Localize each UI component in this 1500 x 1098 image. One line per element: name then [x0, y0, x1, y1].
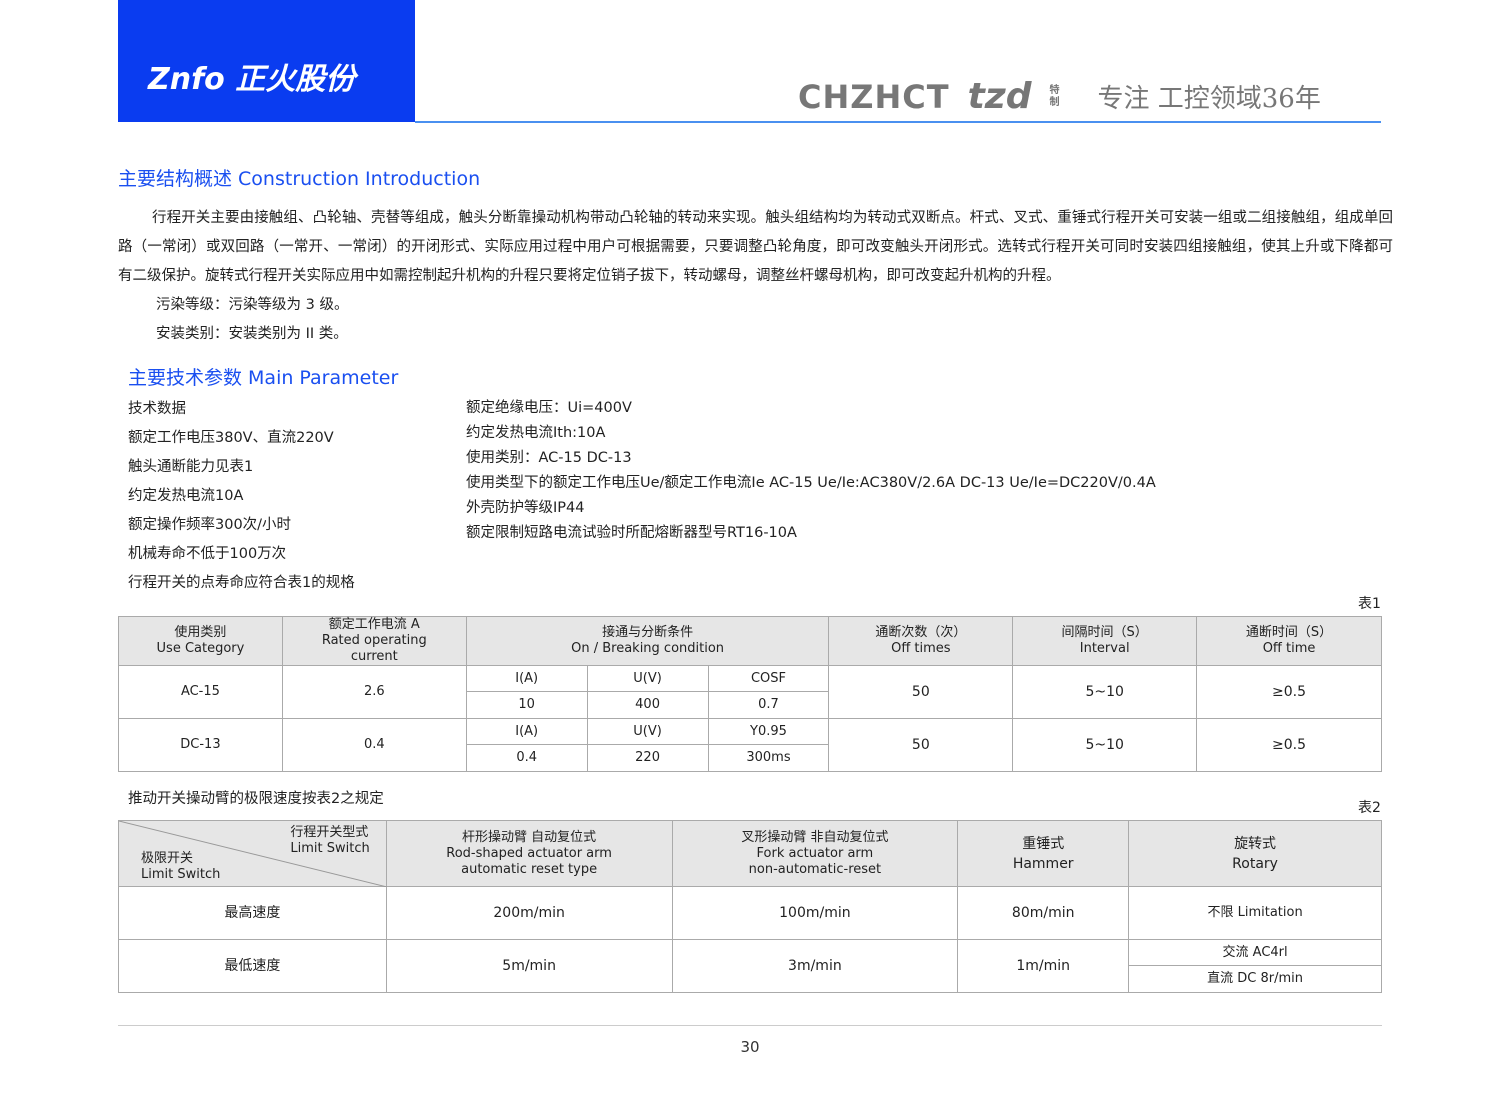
table2-intro: 推动开关操动臂的极限速度按表2之规定: [128, 791, 384, 807]
header-cell: 额定工作电流 A Rated operating current: [281, 616, 467, 666]
header-cell: 重锤式 Hammer: [957, 820, 1130, 887]
page-number: 30: [740, 1038, 760, 1056]
header-cell: 旋转式 Rotary: [1128, 820, 1382, 887]
param-list-left: 技术数据 额定工作电压380V、直流220V 触头通断能力见表1 约定发热电流1…: [128, 395, 355, 598]
cell: 80m/min: [957, 886, 1130, 940]
header-cell: 通断时间（S） Off time: [1196, 616, 1382, 666]
cell: 200m/min: [385, 886, 673, 940]
table2: 行程开关型式 Limit Switch 极限开关 Limit Switch 杆形…: [118, 820, 1382, 993]
cell: 100m/min: [671, 886, 959, 940]
footer-divider: [118, 1025, 1382, 1026]
param-item: 额定操作频率300次/小时: [128, 517, 292, 533]
param-item: 额定限制短路电流试验时所配熔断器型号RT16-10A: [466, 525, 797, 541]
cell: AC-15: [118, 665, 283, 719]
cell: 0.4: [465, 744, 588, 772]
brand-tzd-logo: tzd: [967, 76, 1032, 117]
cell: 最低速度: [118, 939, 387, 993]
table-row: DC-13 0.4 I(A) U(V) Y0.95 50 5~10 ≥0.5: [118, 718, 1382, 772]
cell: 10: [465, 691, 588, 719]
cell: ≥0.5: [1196, 718, 1382, 772]
table1: 使用类别 Use Category 额定工作电流 A Rated operati…: [118, 616, 1382, 772]
param-item: 行程开关的点寿命应符合表1的规格: [128, 575, 355, 591]
cell: ≥0.5: [1196, 665, 1382, 719]
brand-bar: CHZHCT tzd 特制 专注 工控领域36年: [798, 76, 1321, 117]
cell: 2.6: [281, 665, 467, 719]
param-item: 约定发热电流Ith:10A: [466, 425, 606, 441]
cell: 300ms: [707, 744, 830, 772]
company-logo: Znfo 正火股份: [118, 0, 415, 122]
header-divider: [415, 121, 1381, 123]
cell: Y0.95: [707, 718, 830, 745]
param-item: 约定发热电流10A: [128, 488, 244, 504]
param-item: 机械寿命不低于100万次: [128, 546, 287, 562]
table-row: AC-15 2.6 I(A) U(V) COSF 50 5~10 ≥0.5: [118, 665, 1382, 719]
cell: 最高速度: [118, 886, 387, 940]
param-list-right: 额定绝缘电压：Ui=400V 约定发热电流Ith:10A 使用类别：AC-15 …: [466, 396, 1156, 546]
cell: 3m/min: [671, 939, 959, 993]
section-title-parameter: 主要技术参数 Main Parameter: [128, 367, 399, 389]
table2-caption: 表2: [1358, 800, 1381, 816]
pollution-level: 污染等级：污染等级为 3 级。: [156, 297, 349, 313]
section-title-construction: 主要结构概述 Construction Introduction: [118, 168, 481, 190]
param-item: 使用类型下的额定工作电压Ue/额定工作电流Ie AC-15 Ue/Ie:AC38…: [466, 475, 1156, 491]
table1-caption: 表1: [1358, 596, 1381, 612]
header-cell: 间隔时间（S） Interval: [1012, 616, 1198, 666]
param-item: 触头通断能力见表1: [128, 459, 254, 475]
corner-header-cell: 行程开关型式 Limit Switch 极限开关 Limit Switch: [118, 820, 387, 887]
cell: 不限 Limitation: [1128, 886, 1382, 940]
cell: 1m/min: [957, 939, 1130, 993]
corner-bottom-label: 极限开关 Limit Switch: [141, 851, 221, 882]
param-item: 外壳防护等级IP44: [466, 500, 585, 516]
param-item: 额定工作电压380V、直流220V: [128, 430, 334, 446]
cell: I(A): [465, 718, 588, 745]
header-cell: 接通与分断条件 On / Breaking condition: [465, 616, 830, 666]
cell: 5~10: [1012, 718, 1198, 772]
cell: 220: [586, 744, 709, 772]
cell: 5~10: [1012, 665, 1198, 719]
cell: 50: [828, 665, 1014, 719]
cell: 5m/min: [385, 939, 673, 993]
header-cell: 通断次数（次） Off times: [828, 616, 1014, 666]
param-item: 额定绝缘电压：Ui=400V: [466, 400, 632, 416]
param-item: 使用类别：AC-15 DC-13: [466, 450, 632, 466]
cell: 0.7: [707, 691, 830, 719]
cell: U(V): [586, 718, 709, 745]
table-row: 最低速度 5m/min 3m/min 1m/min 交流 AC4rl: [118, 939, 1382, 993]
slogan: 专注 工控领域36年: [1097, 84, 1321, 114]
header-cell: 叉形操动臂 非自动复位式 Fork actuator arm non-autom…: [671, 820, 959, 887]
param-item: 技术数据: [128, 401, 186, 417]
cell: 直流 DC 8r/min: [1128, 965, 1382, 993]
cell: 交流 AC4rl: [1128, 939, 1382, 966]
header-cell: 使用类别 Use Category: [118, 616, 283, 666]
cell: COSF: [707, 665, 830, 692]
install-category: 安装类别：安装类别为 II 类。: [156, 326, 348, 342]
header-cell: 杆形操动臂 自动复位式 Rod-shaped actuator arm auto…: [385, 820, 673, 887]
cell: 50: [828, 718, 1014, 772]
cell: I(A): [465, 665, 588, 692]
cell: U(V): [586, 665, 709, 692]
brand-chzhct-logo: CHZHCT: [798, 77, 950, 116]
brand-tzd-sub: 特制: [1049, 84, 1060, 108]
cell: DC-13: [118, 718, 283, 772]
cell: 400: [586, 691, 709, 719]
cell: 0.4: [281, 718, 467, 772]
corner-top-label: 行程开关型式 Limit Switch: [290, 825, 370, 856]
intro-paragraph: 行程开关主要由接触组、凸轮轴、壳替等组成，触头分断靠操动机构带动凸轮轴的转动来实…: [118, 210, 1393, 284]
table-row: 最高速度 200m/min 100m/min 80m/min 不限 Limita…: [118, 886, 1382, 940]
